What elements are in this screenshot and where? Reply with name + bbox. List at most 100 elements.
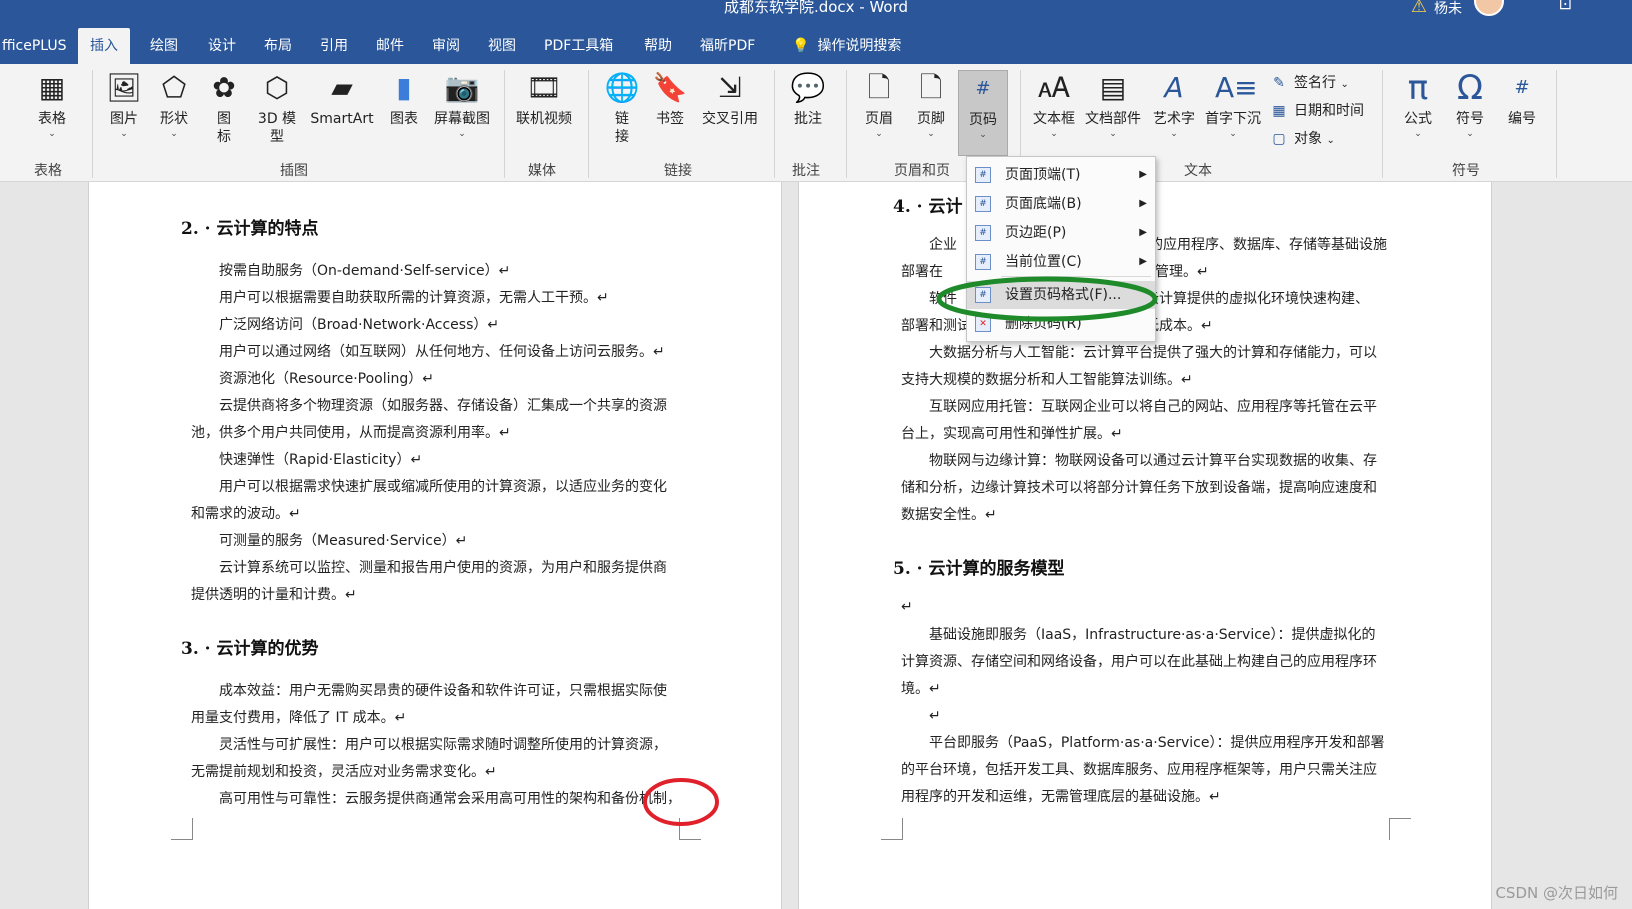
tab-insert[interactable]: 插入	[78, 28, 130, 64]
paragraph: 和需求的波动。↵	[191, 506, 301, 522]
paragraph: 云提供商将多个物理资源（如服务器、存储设备）汇集成一个共享的资源	[219, 398, 667, 414]
link-icon: 🌐	[604, 71, 640, 104]
paragraph: 提供透明的计量和计费。↵	[191, 587, 357, 603]
icons-button[interactable]: ✿ 图 标	[204, 70, 244, 146]
tab-pdf-toolbox[interactable]: PDF工具箱	[542, 28, 615, 64]
tell-me-search[interactable]: 💡 操作说明搜索	[790, 28, 903, 64]
chart-button[interactable]: ▮ 图表	[384, 70, 424, 128]
red-circle-annotation	[643, 778, 719, 826]
textbox-icon: 🗚	[1038, 71, 1070, 104]
signature-icon: ✎	[1273, 75, 1285, 91]
bookmark-button[interactable]: 🔖 书签	[652, 70, 688, 128]
wordart-icon: A	[1164, 71, 1184, 104]
bookmark-icon: 🔖	[652, 71, 688, 104]
paragraph: 台上，实现高可用性和弹性扩展。↵	[901, 426, 1123, 442]
cross-reference-button[interactable]: ⇲ 交叉引用	[698, 70, 762, 128]
camera-icon: 📷	[444, 71, 480, 104]
menu-item-top-of-page[interactable]: # 页面顶端(T) ▶	[967, 161, 1155, 189]
paragraph-fragment: 企业	[929, 237, 957, 253]
smartart-button[interactable]: ▰ SmartArt	[306, 70, 378, 128]
quick-parts-button[interactable]: ▤ 文档部件 ⌄	[1082, 70, 1144, 140]
heading-4: 4. · 云计	[893, 197, 963, 217]
tab-foxit-pdf[interactable]: 福昕PDF	[698, 28, 757, 64]
chevron-down-icon: ⌄	[48, 129, 56, 139]
paragraph: 池，供多个用户共同使用，从而提高资源利用率。↵	[191, 425, 511, 441]
submenu-arrow-icon: ▶	[1139, 256, 1147, 267]
numbering-button[interactable]: # 编号	[1500, 70, 1544, 128]
paragraph-fragment: 云计算提供的虚拟化环境快速构建、	[1145, 291, 1369, 307]
footer-button[interactable]: 🗋 页脚 ⌄	[910, 70, 952, 140]
paragraph: 计算资源、存储空间和网络设备，用户可以在此基础上构建自己的应用程序环	[901, 654, 1377, 670]
menu-item-bottom-of-page[interactable]: # 页面底端(B) ▶	[967, 190, 1155, 218]
page-bottom-icon: #	[975, 196, 991, 212]
tab-review[interactable]: 审阅	[430, 28, 462, 64]
tab-help[interactable]: 帮助	[642, 28, 674, 64]
heading-3: 3. · 云计算的优势	[181, 639, 319, 659]
paragraph: 基础设施即服务（IaaS，Infrastructure·as·a·Service…	[929, 627, 1376, 643]
tab-references[interactable]: 引用	[318, 28, 350, 64]
tab-layout[interactable]: 布局	[262, 28, 294, 64]
header-button[interactable]: 🗋 页眉 ⌄	[858, 70, 900, 140]
equation-button[interactable]: π 公式 ⌄	[1396, 70, 1440, 140]
icons-icon: ✿	[212, 71, 236, 104]
tab-design[interactable]: 设计	[206, 28, 238, 64]
page-number-button[interactable]: # 页码 ⌄	[958, 70, 1008, 156]
group-label-comments: 批注	[792, 163, 820, 179]
page-number-icon: #	[975, 78, 991, 99]
textbox-button[interactable]: 🗚 文本框 ⌄	[1030, 70, 1078, 140]
date-time-button[interactable]: ▦ 日期和时间	[1270, 100, 1364, 120]
paragraph: 用户可以通过网络（如互联网）从任何地方、任何设备上访问云服务。↵	[219, 344, 665, 360]
picture-button[interactable]: 🖼 图片 ⌄	[102, 70, 146, 140]
shapes-button[interactable]: ⬠ 形状 ⌄	[152, 70, 196, 140]
user-name[interactable]: 杨未	[1434, 0, 1462, 18]
group-label-tables: 表格	[34, 163, 62, 179]
tab-draw[interactable]: 绘图	[148, 28, 180, 64]
document-page-left[interactable]: 2. · 云计算的特点 按需自助服务（On-demand·Self-servic…	[88, 182, 782, 909]
drop-cap-icon: A≡	[1215, 71, 1258, 104]
drop-cap-button[interactable]: A≡ 首字下沉 ⌄	[1202, 70, 1264, 140]
page-margin-icon: #	[975, 225, 991, 241]
video-icon: 🎞	[526, 71, 562, 104]
tab-mailings[interactable]: 邮件	[374, 28, 406, 64]
green-circle-annotation	[936, 276, 1158, 322]
margin-marker	[171, 818, 193, 840]
group-divider	[1382, 70, 1383, 178]
footer-icon: 🗋	[919, 71, 943, 104]
submenu-arrow-icon: ▶	[1139, 198, 1147, 209]
submenu-arrow-icon: ▶	[1139, 169, 1147, 180]
paragraph: 境。↵	[901, 681, 941, 697]
cube-icon: ⬡	[264, 71, 290, 104]
signature-line-button[interactable]: ✎ 签名行 ⌄	[1270, 72, 1349, 92]
omega-icon: Ω	[1457, 68, 1483, 108]
header-icon: 🗋	[867, 71, 891, 104]
restore-icon[interactable]: ⊡	[1559, 0, 1572, 13]
link-button[interactable]: 🌐 链 接	[604, 70, 640, 146]
smartart-icon: ▰	[331, 71, 353, 104]
ribbon-tabs: fficePLUS 插入 绘图 设计 布局 引用 邮件 审阅 视图 PDF工具箱…	[0, 28, 1632, 64]
menu-item-current-position[interactable]: # 当前位置(C) ▶	[967, 248, 1155, 276]
warning-icon[interactable]: ⚠	[1411, 0, 1427, 17]
paragraph: 成本效益：用户无需购买昂贵的硬件设备和软件许可证，只需根据实际使	[219, 683, 667, 699]
paragraph: 灵活性与可扩展性：用户可以根据实际需求随时调整所使用的计算资源，	[219, 737, 667, 753]
group-label-media: 媒体	[528, 163, 556, 179]
object-button[interactable]: ▢ 对象 ⌄	[1270, 128, 1334, 148]
3d-models-button[interactable]: ⬡ 3D 模 型	[254, 70, 300, 146]
paragraph: 大数据分析与人工智能：云计算平台提供了强大的计算和存储能力，可以	[929, 345, 1377, 361]
screenshot-button[interactable]: 📷 屏幕截图 ⌄	[430, 70, 494, 140]
paragraph: 用户可以根据需要自助获取所需的计算资源，无需人工干预。↵	[219, 290, 609, 306]
page-top-icon: #	[975, 167, 991, 183]
menu-item-page-margins[interactable]: # 页边距(P) ▶	[967, 219, 1155, 247]
comment-button[interactable]: 💬 批注	[786, 70, 830, 128]
tab-view[interactable]: 视图	[486, 28, 518, 64]
cross-reference-icon: ⇲	[718, 71, 742, 104]
online-video-button[interactable]: 🎞 联机视频	[512, 70, 576, 128]
tab-officeplus[interactable]: fficePLUS	[0, 28, 69, 64]
paragraph-fragment: 的应用程序、数据库、存储等基础设施	[1149, 237, 1387, 253]
paragraph: 无需提前规划和投资，灵活应对业务需求变化。↵	[191, 764, 497, 780]
symbol-button[interactable]: Ω 符号 ⌄	[1448, 70, 1492, 140]
document-area[interactable]: 2. · 云计算的特点 按需自助服务（On-demand·Self-servic…	[0, 182, 1632, 909]
table-button[interactable]: ▦ 表格 ⌄	[28, 70, 76, 140]
paragraph: 快速弹性（Rapid·Elasticity）↵	[219, 452, 423, 468]
paragraph: ↵	[901, 599, 913, 615]
wordart-button[interactable]: A 艺术字 ⌄	[1150, 70, 1198, 140]
